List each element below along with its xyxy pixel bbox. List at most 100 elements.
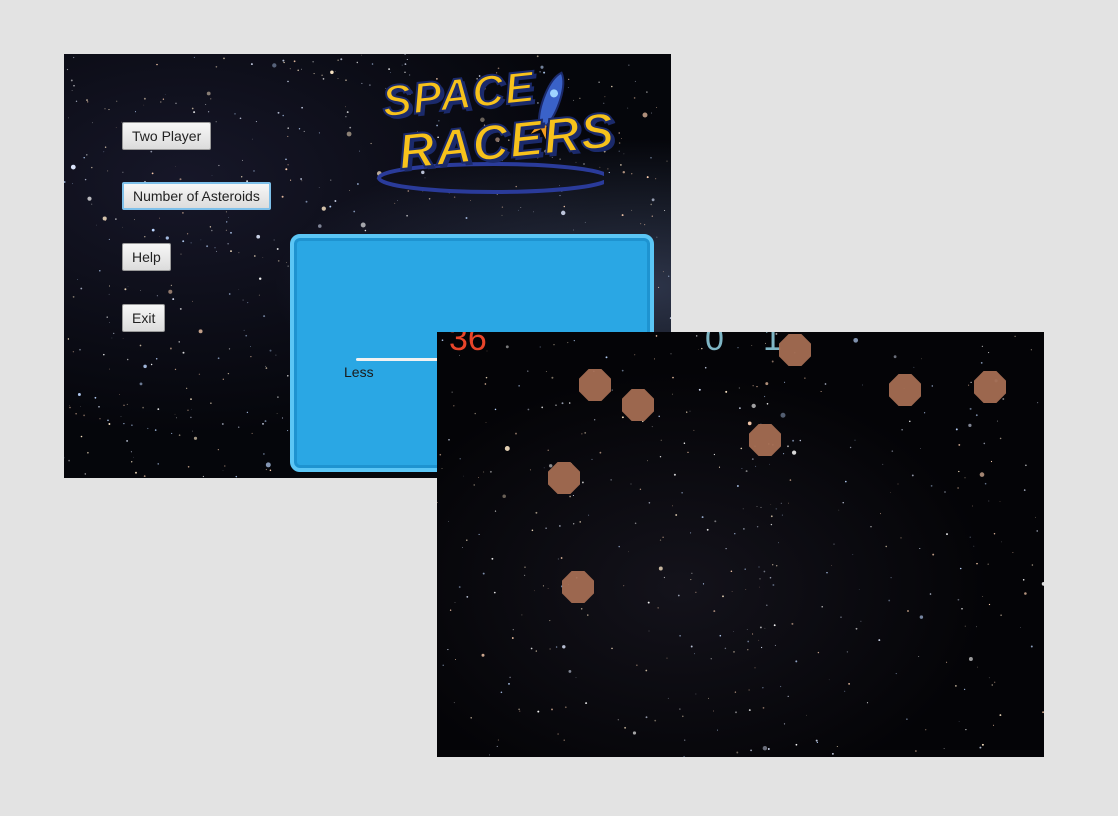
star (281, 417, 284, 419)
help-button[interactable]: Help (122, 243, 171, 271)
star (113, 332, 115, 335)
star (756, 386, 758, 388)
star (529, 469, 531, 471)
star (1000, 614, 1002, 616)
star (604, 96, 606, 98)
star (489, 754, 491, 756)
star (968, 657, 973, 661)
two-player-button[interactable]: Two Player (122, 122, 212, 150)
star (760, 506, 762, 508)
star (318, 187, 320, 189)
star (459, 458, 461, 460)
star (968, 423, 972, 428)
star (737, 347, 739, 349)
star (907, 610, 909, 612)
star (108, 109, 110, 111)
star (651, 112, 652, 114)
star (134, 111, 137, 113)
star (780, 412, 786, 418)
star (684, 739, 686, 741)
star (520, 207, 522, 208)
star (1030, 349, 1032, 351)
star (143, 97, 146, 100)
star (193, 56, 195, 58)
star (623, 585, 625, 587)
star (497, 739, 499, 741)
star (557, 733, 559, 735)
star (269, 349, 272, 352)
star (795, 660, 798, 663)
star (999, 437, 1002, 440)
star (695, 693, 697, 695)
star (975, 414, 978, 417)
star (718, 466, 721, 468)
star (91, 166, 93, 169)
star (293, 60, 296, 63)
star (238, 252, 240, 254)
star (1037, 402, 1039, 404)
star (159, 217, 160, 219)
star (226, 221, 228, 223)
star (779, 685, 782, 688)
star (585, 702, 588, 705)
star (622, 170, 626, 174)
star (549, 620, 551, 622)
star (581, 433, 583, 435)
star (759, 578, 761, 580)
star (86, 154, 88, 156)
star (717, 729, 718, 731)
star (999, 714, 1002, 717)
star (608, 171, 610, 174)
star (175, 102, 177, 105)
star (965, 728, 967, 731)
star (265, 468, 268, 471)
star (275, 354, 277, 356)
star (730, 570, 733, 573)
star (659, 539, 662, 541)
star (287, 80, 289, 83)
star (285, 158, 287, 161)
exit-button[interactable]: Exit (122, 304, 166, 332)
star (164, 94, 166, 95)
star (210, 98, 212, 100)
star (772, 564, 774, 566)
star (701, 516, 704, 519)
star (303, 130, 305, 132)
star (987, 563, 989, 565)
star (791, 622, 794, 625)
star (787, 445, 789, 448)
star (494, 510, 497, 512)
star (364, 229, 367, 232)
star (527, 408, 530, 411)
star (122, 226, 123, 228)
star (636, 664, 638, 666)
number-of-asteroids-button[interactable]: Number of Asteroids (122, 182, 271, 210)
star (961, 608, 963, 610)
star (621, 369, 624, 372)
star (658, 415, 660, 418)
star (970, 381, 972, 383)
star (356, 183, 359, 185)
star (340, 58, 343, 61)
star (123, 422, 125, 425)
star (206, 91, 211, 96)
star (764, 395, 766, 398)
star (633, 97, 636, 99)
star (931, 385, 934, 387)
star (858, 588, 860, 590)
star (68, 405, 70, 407)
star (104, 108, 106, 110)
game-window: 36 0 1 (437, 332, 1044, 757)
star (285, 168, 288, 171)
star (265, 365, 267, 367)
star (215, 65, 218, 68)
star (192, 430, 194, 432)
star (1014, 335, 1016, 338)
star (1012, 552, 1014, 554)
star (80, 435, 83, 438)
star (679, 708, 681, 710)
star (992, 724, 995, 726)
star (766, 403, 769, 405)
star (560, 557, 563, 559)
star (517, 209, 519, 211)
